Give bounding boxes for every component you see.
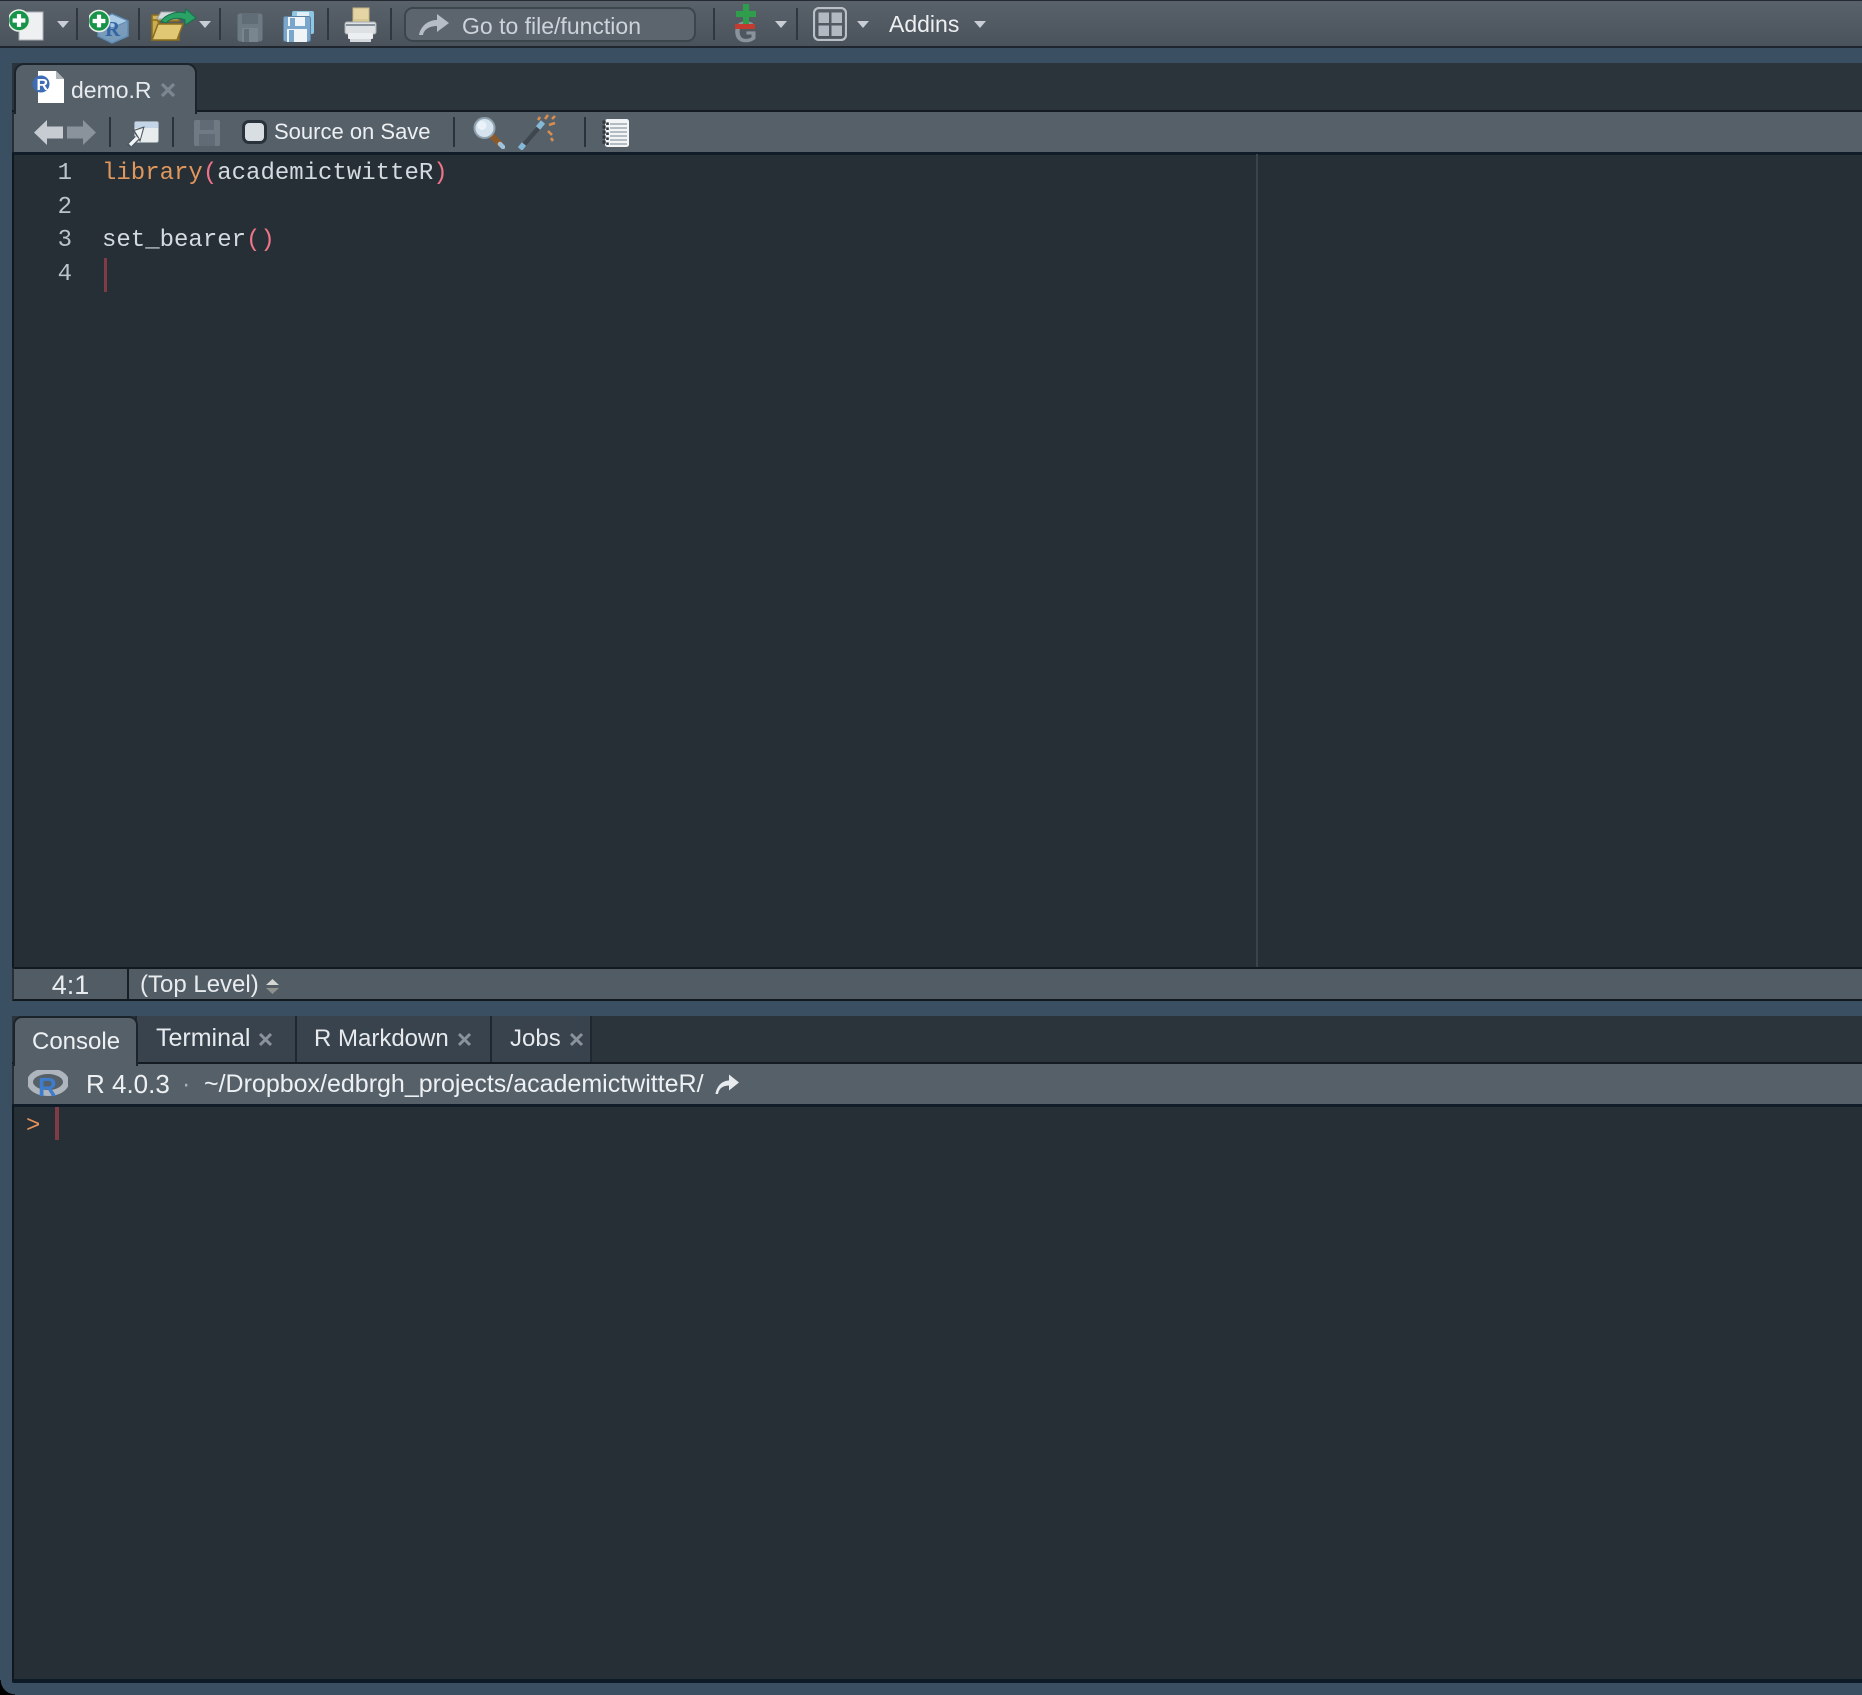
- svg-text:R: R: [37, 77, 49, 94]
- svg-text:R: R: [38, 1072, 57, 1098]
